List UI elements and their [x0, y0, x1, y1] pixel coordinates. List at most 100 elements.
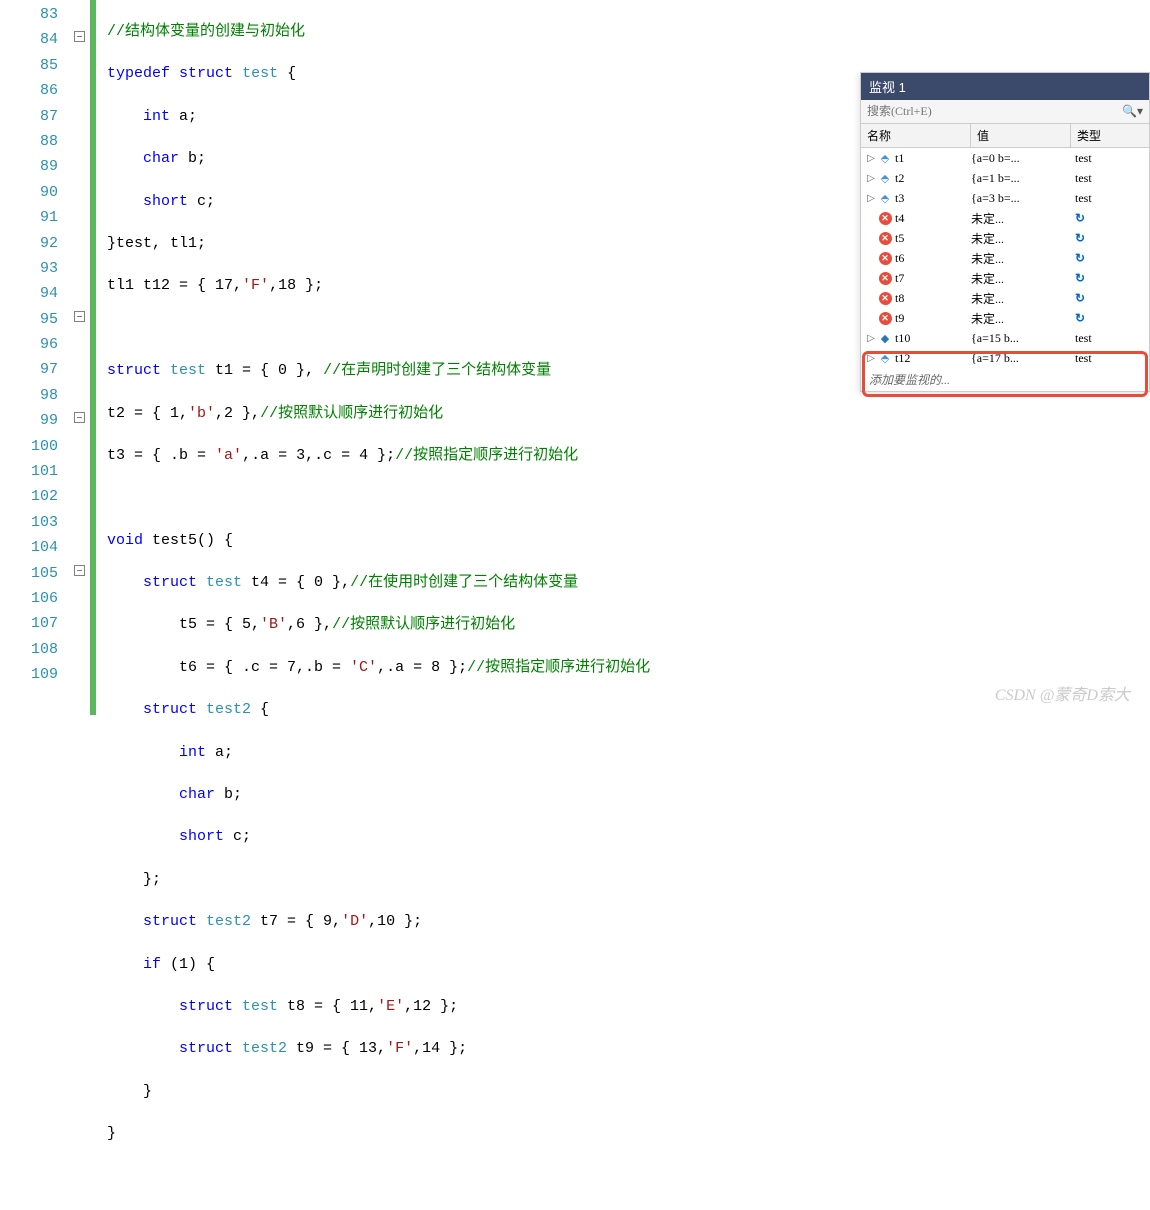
line-number: 109 — [0, 662, 58, 687]
watch-row[interactable]: ▷◆t10{a=15 b...test — [861, 328, 1149, 348]
watch-name[interactable]: t2 — [893, 171, 971, 186]
watch-row[interactable]: ✕t9未定... ↻ — [861, 308, 1149, 328]
line-number: 88 — [0, 129, 58, 154]
line-number: 86 — [0, 78, 58, 103]
search-icon[interactable]: 🔍▾ — [1116, 104, 1149, 119]
watch-type: test — [1071, 331, 1149, 346]
watch-name[interactable]: t5 — [893, 231, 971, 246]
watch-type: test — [1071, 191, 1149, 206]
watch-value: {a=1 b=... — [971, 171, 1071, 186]
error-icon: ✕ — [877, 252, 893, 265]
refresh-icon[interactable]: ↻ — [1075, 211, 1085, 225]
watch-search-bar[interactable]: 🔍▾ — [861, 100, 1149, 124]
expand-icon[interactable]: ▷ — [865, 193, 877, 204]
expand-icon[interactable]: ▷ — [865, 333, 877, 344]
error-icon: ✕ — [877, 212, 893, 225]
add-watch-placeholder[interactable]: 添加要监视的... — [861, 368, 1149, 391]
watch-name[interactable]: t8 — [893, 291, 971, 306]
watch-value: {a=15 b... — [971, 331, 1071, 346]
struct-icon: ⬘ — [877, 152, 893, 165]
watch-type: test — [1071, 351, 1149, 366]
line-number: 83 — [0, 2, 58, 27]
watch-row[interactable]: ▷⬘t2{a=1 b=...test — [861, 168, 1149, 188]
line-number: 108 — [0, 637, 58, 662]
line-number: 84 — [0, 27, 58, 52]
line-number: 97 — [0, 357, 58, 382]
watch-row[interactable]: ▷⬘t1{a=0 b=...test — [861, 148, 1149, 168]
line-number: 107 — [0, 611, 58, 636]
watch-rows[interactable]: ▷⬘t1{a=0 b=...test▷⬘t2{a=1 b=...test▷⬘t3… — [861, 148, 1149, 368]
refresh-icon[interactable]: ↻ — [1075, 251, 1085, 265]
watch-row[interactable]: ✕t8未定... ↻ — [861, 288, 1149, 308]
watch-type: ↻ — [1071, 311, 1149, 326]
watch-row[interactable]: ✕t5未定... ↻ — [861, 228, 1149, 248]
refresh-icon[interactable]: ↻ — [1075, 291, 1085, 305]
line-number: 85 — [0, 53, 58, 78]
watch-row[interactable]: ✕t7未定... ↻ — [861, 268, 1149, 288]
watch-value: {a=0 b=... — [971, 151, 1071, 166]
watch-name[interactable]: t10 — [893, 331, 971, 346]
line-number: 102 — [0, 484, 58, 509]
refresh-icon[interactable]: ↻ — [1075, 311, 1085, 325]
watch-row[interactable]: ✕t4未定... ↻ — [861, 208, 1149, 228]
line-number: 98 — [0, 383, 58, 408]
variable-icon: ◆ — [877, 332, 893, 345]
watch-type: ↻ — [1071, 271, 1149, 286]
watch-row[interactable]: ▷⬘t3{a=3 b=...test — [861, 188, 1149, 208]
header-type[interactable]: 类型 — [1071, 124, 1149, 147]
watch-column-headers: 名称 值 类型 — [861, 124, 1149, 148]
header-value[interactable]: 值 — [971, 124, 1071, 147]
watch-type: ↻ — [1071, 211, 1149, 226]
refresh-icon[interactable]: ↻ — [1075, 271, 1085, 285]
watch-panel[interactable]: 监视 1 🔍▾ 名称 值 类型 ▷⬘t1{a=0 b=...test▷⬘t2{a… — [860, 72, 1150, 392]
line-number: 87 — [0, 104, 58, 129]
watch-name[interactable]: t6 — [893, 251, 971, 266]
struct-icon: ⬘ — [877, 352, 893, 365]
watch-type: ↻ — [1071, 231, 1149, 246]
watch-value: 未定... — [971, 310, 1071, 327]
watch-value: {a=3 b=... — [971, 191, 1071, 206]
line-number: 92 — [0, 231, 58, 256]
watch-name[interactable]: t12 — [893, 351, 971, 366]
watch-value: 未定... — [971, 250, 1071, 267]
watch-type: ↻ — [1071, 251, 1149, 266]
expand-icon[interactable]: ▷ — [865, 153, 877, 164]
line-number: 96 — [0, 332, 58, 357]
watch-search-input[interactable] — [861, 100, 1116, 123]
line-number: 94 — [0, 281, 58, 306]
watch-value: {a=17 b... — [971, 351, 1071, 366]
change-indicator — [90, 0, 96, 715]
watch-value: 未定... — [971, 210, 1071, 227]
line-number: 89 — [0, 154, 58, 179]
watch-type: test — [1071, 151, 1149, 166]
watch-value: 未定... — [971, 230, 1071, 247]
watch-name[interactable]: t9 — [893, 311, 971, 326]
expand-icon[interactable]: ▷ — [865, 353, 877, 364]
watch-name[interactable]: t3 — [893, 191, 971, 206]
line-number: 101 — [0, 459, 58, 484]
watch-value: 未定... — [971, 290, 1071, 307]
watch-name[interactable]: t7 — [893, 271, 971, 286]
watch-row[interactable]: ▷⬘t12{a=17 b...test — [861, 348, 1149, 368]
error-icon: ✕ — [877, 272, 893, 285]
code-comment: //结构体变量的创建与初始化 — [107, 23, 305, 40]
watch-value: 未定... — [971, 270, 1071, 287]
header-name[interactable]: 名称 — [861, 124, 971, 147]
watch-row[interactable]: ✕t6未定... ↻ — [861, 248, 1149, 268]
line-number: 100 — [0, 434, 58, 459]
line-number: 104 — [0, 535, 58, 560]
line-number-gutter: 8384858687888990919293949596979899100101… — [0, 0, 68, 715]
fold-column[interactable] — [68, 0, 90, 715]
struct-icon: ⬘ — [877, 192, 893, 205]
error-icon: ✕ — [877, 232, 893, 245]
error-icon: ✕ — [877, 292, 893, 305]
expand-icon[interactable]: ▷ — [865, 173, 877, 184]
error-icon: ✕ — [877, 312, 893, 325]
line-number: 99 — [0, 408, 58, 433]
line-number: 91 — [0, 205, 58, 230]
watch-title: 监视 1 — [861, 73, 1149, 100]
refresh-icon[interactable]: ↻ — [1075, 231, 1085, 245]
watch-name[interactable]: t1 — [893, 151, 971, 166]
watch-name[interactable]: t4 — [893, 211, 971, 226]
struct-icon: ⬘ — [877, 172, 893, 185]
